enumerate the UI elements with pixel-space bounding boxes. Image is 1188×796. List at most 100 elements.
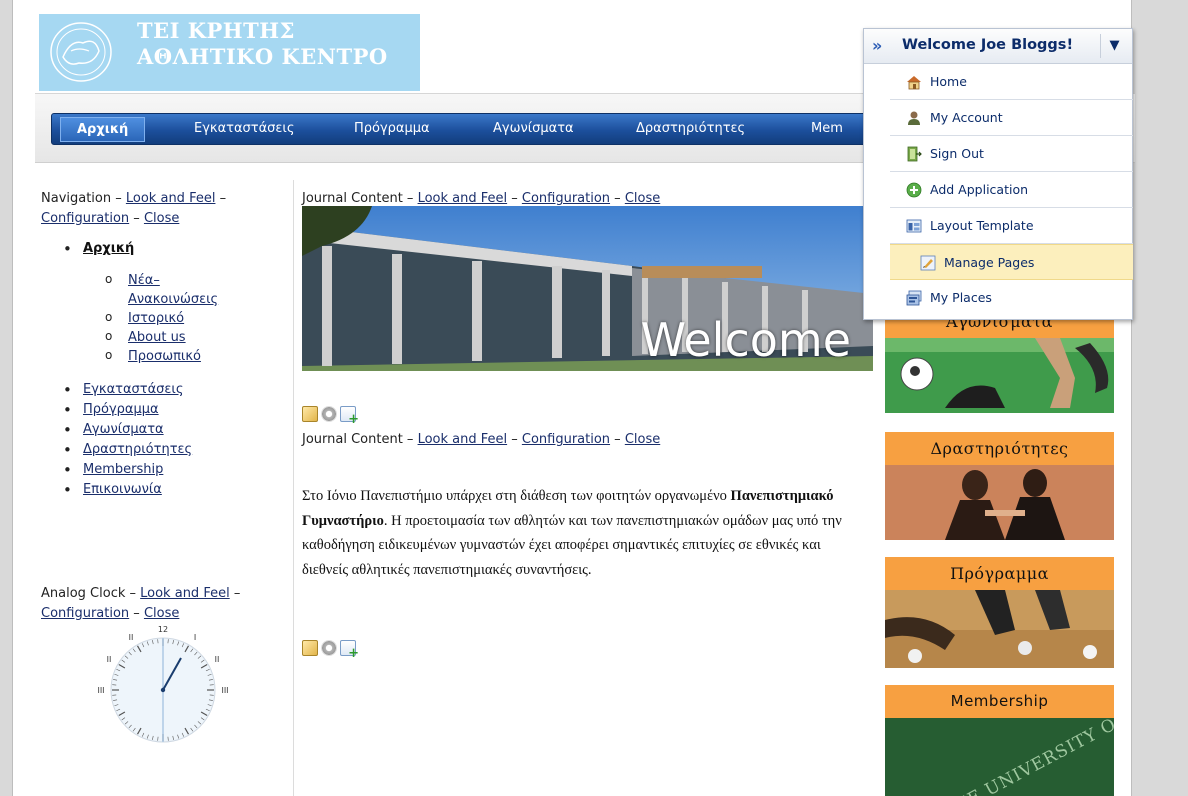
configuration-link[interactable]: Configuration: [522, 191, 610, 206]
separator: –: [129, 606, 144, 621]
clock-numeral-1: I: [194, 633, 196, 642]
navigation-portlet-header: Navigation – Look and Feel – Configurati…: [41, 189, 285, 229]
nav-item-schedule[interactable]: Πρόγραμμα: [354, 121, 430, 136]
dropdown-caret-icon[interactable]: ▼: [1100, 34, 1128, 58]
university-banner-photo: THE UNIVERSITY OF MELBOURNE: [885, 718, 1114, 796]
tree-link-events[interactable]: Αγωνίσματα: [83, 422, 164, 437]
my-places-icon: [906, 290, 922, 306]
panel-schedule[interactable]: Πρόγραμμα: [885, 557, 1114, 668]
tree-link-home[interactable]: Αρχική: [83, 241, 134, 256]
menu-label-my-places: My Places: [930, 290, 992, 305]
site-logo[interactable]: ΤΕΙ ΚΡΗΤΗΣ ΑΘΛΗΤΙΚΟ ΚΕΝΤΡΟ: [39, 14, 420, 91]
menu-item-my-places[interactable]: My Places: [890, 280, 1133, 316]
panel-events[interactable]: Αγωνίσματα: [885, 305, 1114, 413]
panel-events-image: [885, 338, 1114, 413]
tree-item-facilities: Εγκαταστάσεις: [41, 380, 285, 400]
tree-link-membership[interactable]: Membership: [83, 462, 163, 477]
gear-icon[interactable]: [321, 406, 337, 422]
tree-item-home: Αρχική: [41, 239, 285, 259]
menu-item-add-application[interactable]: Add Application: [890, 172, 1133, 208]
close-link[interactable]: Close: [625, 191, 660, 206]
intro-text-1: Στο Ιόνιο Πανεπιστήμιο υπάρχει στη διάθε…: [302, 488, 731, 504]
add-page-icon[interactable]: [340, 406, 359, 427]
journal-content-2-header: Journal Content – Look and Feel – Config…: [302, 430, 660, 450]
separator: –: [402, 191, 418, 206]
news-label-1: Νέα–: [128, 273, 160, 288]
edit-icon[interactable]: [302, 640, 318, 656]
home-icon: [907, 76, 921, 90]
navigation-portlet: Navigation – Look and Feel – Configurati…: [41, 189, 285, 500]
tree-link-schedule[interactable]: Πρόγραμμα: [83, 402, 159, 417]
dock-header[interactable]: » Welcome Joe Bloggs! ▼: [864, 29, 1132, 64]
tree-link-about[interactable]: About us: [128, 330, 186, 345]
panel-schedule-image: [885, 590, 1114, 668]
tree-link-contact[interactable]: Επικοινωνία: [83, 482, 162, 497]
add-circle-icon: [906, 182, 922, 198]
close-link[interactable]: Close: [144, 211, 179, 226]
gym-photo: [885, 590, 1114, 668]
close-link[interactable]: Close: [625, 432, 660, 447]
nav-item-home[interactable]: Αρχική: [60, 117, 146, 142]
menu-label-add-application: Add Application: [930, 182, 1029, 197]
menu-label-layout-template: Layout Template: [930, 218, 1034, 233]
menu-label-home: Home: [930, 74, 967, 89]
clock-portlet-header: Analog Clock – Look and Feel – Configura…: [41, 584, 285, 624]
analog-clock: 12 I II III III II II: [97, 625, 229, 743]
tree-item-history: Ιστορικό: [41, 308, 285, 328]
intro-paragraph: Στο Ιόνιο Πανεπιστήμιο υπάρχει στη διάθε…: [302, 484, 862, 582]
tree-link-history[interactable]: Ιστορικό: [128, 311, 184, 326]
close-link[interactable]: Close: [144, 606, 179, 621]
configuration-link[interactable]: Configuration: [41, 211, 129, 226]
portlet-title: Analog Clock: [41, 586, 126, 601]
look-and-feel-link[interactable]: Look and Feel: [126, 191, 216, 206]
panel-activities-title: Δραστηριότητες: [885, 432, 1114, 465]
column-divider: [293, 180, 294, 796]
panel-membership[interactable]: Membership THE UNIVERSITY OF MELBOURNE: [885, 685, 1114, 796]
tree-item-events: Αγωνίσματα: [41, 420, 285, 440]
nav-item-activities[interactable]: Δραστηριότητες: [636, 121, 745, 136]
tree-item-staff: Προσωπικό: [41, 346, 285, 366]
separator: –: [507, 191, 522, 206]
panel-schedule-title: Πρόγραμμα: [885, 557, 1114, 590]
dance-photo: [885, 465, 1114, 540]
journal-1-toolbar: [302, 406, 359, 427]
look-and-feel-link[interactable]: Look and Feel: [418, 432, 508, 447]
logo-line-1: ΤΕΙ ΚΡΗΤΗΣ: [137, 18, 295, 43]
portlet-title: Journal Content: [302, 432, 403, 447]
configuration-link[interactable]: Configuration: [41, 606, 129, 621]
clock-numeral-11: II: [129, 633, 134, 642]
portlet-title: Navigation: [41, 191, 112, 206]
nav-item-events[interactable]: Αγωνίσματα: [493, 121, 574, 136]
welcome-banner: Welcome: [302, 206, 873, 371]
panel-activities[interactable]: Δραστηριότητες: [885, 432, 1114, 540]
separator: –: [215, 191, 227, 206]
configuration-link[interactable]: Configuration: [522, 432, 610, 447]
clock-numeral-9: III: [97, 686, 104, 695]
tree-item-membership: Membership: [41, 460, 285, 480]
emblem-icon: [50, 22, 112, 82]
tree-link-staff[interactable]: Προσωπικό: [128, 349, 201, 364]
menu-label-sign-out: Sign Out: [930, 146, 984, 161]
menu-item-manage-pages[interactable]: Manage Pages: [890, 244, 1133, 280]
gear-icon[interactable]: [321, 640, 337, 656]
nav-item-membership[interactable]: Mem: [811, 121, 843, 136]
manage-pages-icon: [920, 255, 936, 271]
look-and-feel-link[interactable]: Look and Feel: [140, 586, 230, 601]
menu-item-home[interactable]: Home: [890, 64, 1133, 100]
logo-line-2: ΑΘΛΗΤΙΚΟ ΚΕΝΤΡΟ: [137, 44, 388, 69]
nav-item-facilities[interactable]: Εγκαταστάσεις: [194, 121, 294, 136]
add-page-icon[interactable]: [340, 640, 359, 661]
layout-icon: [906, 219, 922, 233]
tree-link-facilities[interactable]: Εγκαταστάσεις: [83, 382, 183, 397]
banner-welcome-text: Welcome: [640, 313, 851, 367]
clock-numeral-3: III: [221, 686, 228, 695]
tree-link-news[interactable]: Νέα– Ανακοινώσεις: [128, 273, 218, 307]
edit-icon[interactable]: [302, 406, 318, 422]
look-and-feel-link[interactable]: Look and Feel: [418, 191, 508, 206]
menu-item-layout-template[interactable]: Layout Template: [890, 208, 1133, 244]
menu-item-my-account[interactable]: My Account: [890, 100, 1133, 136]
welcome-user-label: Welcome Joe Bloggs!: [902, 37, 1074, 53]
menu-item-sign-out[interactable]: Sign Out: [890, 136, 1133, 172]
tree-link-activities[interactable]: Δραστηριότητες: [83, 442, 192, 457]
separator: –: [229, 586, 241, 601]
